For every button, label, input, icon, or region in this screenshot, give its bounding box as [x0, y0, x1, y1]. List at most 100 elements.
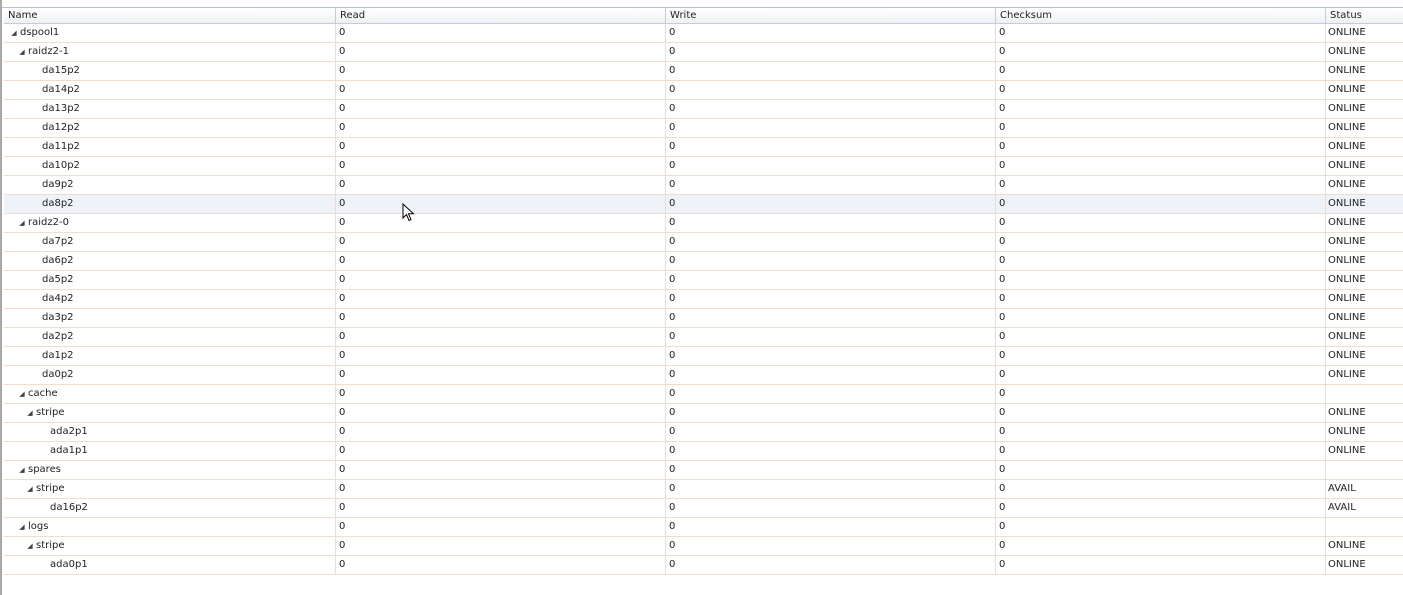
cell-checksum: 0: [996, 423, 1326, 441]
cell-write: 0: [666, 442, 996, 460]
column-header-write[interactable]: Write: [666, 8, 996, 23]
expanded-triangle-icon[interactable]: ◢: [18, 518, 26, 536]
vdev-name: da13p2: [42, 103, 80, 114]
tree-row[interactable]: da11p2 0 0 0 ONLINE: [4, 138, 1403, 157]
cell-read: 0: [336, 81, 666, 99]
cell-name: ◢ spares: [4, 461, 336, 479]
tree-row[interactable]: da13p2 0 0 0 ONLINE: [4, 100, 1403, 119]
tree-row[interactable]: da15p2 0 0 0 ONLINE: [4, 62, 1403, 81]
cell-read: 0: [336, 43, 666, 61]
tree-row[interactable]: da1p2 0 0 0 ONLINE: [4, 347, 1403, 366]
cell-write: 0: [666, 366, 996, 384]
vdev-name: ada2p1: [50, 426, 88, 437]
cell-checksum: 0: [996, 328, 1326, 346]
tree-row[interactable]: da9p2 0 0 0 ONLINE: [4, 176, 1403, 195]
cell-checksum: 0: [996, 233, 1326, 251]
cell-status: [1326, 385, 1403, 403]
cell-status: ONLINE: [1328, 255, 1366, 266]
cell-name: ◢ stripe: [4, 404, 336, 422]
tree-row[interactable]: da5p2 0 0 0 ONLINE: [4, 271, 1403, 290]
tree-row[interactable]: ◢ stripe 0 0 0 ONLINE: [4, 404, 1403, 423]
tree-row[interactable]: ◢ stripe 0 0 0 AVAIL: [4, 480, 1403, 499]
tree-row[interactable]: da8p2 0 0 0 ONLINE: [4, 195, 1403, 214]
cell-write: 0: [666, 537, 996, 555]
expanded-triangle-icon[interactable]: ◢: [26, 404, 34, 422]
tree-row[interactable]: ◢ raidz2-0 0 0 0 ONLINE: [4, 214, 1403, 233]
vdev-name: da8p2: [42, 198, 74, 209]
expanded-triangle-icon[interactable]: ◢: [18, 461, 26, 479]
tree-row[interactable]: da4p2 0 0 0 ONLINE: [4, 290, 1403, 309]
column-header-read[interactable]: Read: [336, 8, 666, 23]
cell-status: ONLINE: [1328, 350, 1366, 361]
cell-checksum: 0: [996, 442, 1326, 460]
tree-row[interactable]: da16p2 0 0 0 AVAIL: [4, 499, 1403, 518]
cell-read: 0: [336, 214, 666, 232]
cell-checksum: 0: [996, 43, 1326, 61]
vdev-name: da11p2: [42, 141, 80, 152]
cell-status: ONLINE: [1328, 103, 1366, 114]
vdev-name: da5p2: [42, 274, 74, 285]
tree-row[interactable]: ◢ raidz2-1 0 0 0 ONLINE: [4, 43, 1403, 62]
cell-write: 0: [666, 214, 996, 232]
column-header-name[interactable]: Name: [4, 8, 336, 23]
tree-row[interactable]: ada2p1 0 0 0 ONLINE: [4, 423, 1403, 442]
cell-checksum: 0: [996, 537, 1326, 555]
cell-name: ◢ raidz2-1: [4, 43, 336, 61]
tree-row[interactable]: da2p2 0 0 0 ONLINE: [4, 328, 1403, 347]
cell-checksum: 0: [996, 480, 1326, 498]
cell-name: da15p2: [4, 62, 336, 80]
vdev-name: stripe: [36, 407, 65, 418]
tree-row[interactable]: ◢ dspool1 0 0 0 ONLINE: [4, 24, 1403, 43]
cell-read: 0: [336, 271, 666, 289]
cell-read: 0: [336, 518, 666, 536]
cell-checksum: 0: [996, 252, 1326, 270]
expanded-triangle-icon[interactable]: ◢: [26, 480, 34, 498]
cell-name: ada1p1: [4, 442, 336, 460]
tree-row[interactable]: da3p2 0 0 0 ONLINE: [4, 309, 1403, 328]
expanded-triangle-icon[interactable]: ◢: [10, 24, 18, 42]
cell-name: da3p2: [4, 309, 336, 327]
column-header-status[interactable]: Status: [1326, 8, 1403, 23]
tree-row[interactable]: da10p2 0 0 0 ONLINE: [4, 157, 1403, 176]
tree-row[interactable]: ◢ logs 0 0 0: [4, 518, 1403, 537]
cell-write: 0: [666, 119, 996, 137]
cell-status: AVAIL: [1328, 483, 1356, 494]
expanded-triangle-icon[interactable]: ◢: [18, 214, 26, 232]
zpool-status-tree-grid[interactable]: Name Read Write Checksum Status ◢ dspool1…: [0, 0, 1403, 595]
cell-read: 0: [336, 233, 666, 251]
cell-read: 0: [336, 328, 666, 346]
cell-read: 0: [336, 499, 666, 517]
cell-checksum: 0: [996, 366, 1326, 384]
tree-row[interactable]: ◢ stripe 0 0 0 ONLINE: [4, 537, 1403, 556]
tree-row[interactable]: da0p2 0 0 0 ONLINE: [4, 366, 1403, 385]
column-header-checksum[interactable]: Checksum: [996, 8, 1326, 23]
vdev-name: raidz2-0: [28, 217, 69, 228]
tree-row[interactable]: ada0p1 0 0 0 ONLINE: [4, 556, 1403, 575]
tree-row[interactable]: ◢ spares 0 0 0: [4, 461, 1403, 480]
cell-read: 0: [336, 385, 666, 403]
cell-status: ONLINE: [1328, 27, 1366, 38]
cell-name: da10p2: [4, 157, 336, 175]
cell-status: ONLINE: [1328, 540, 1366, 551]
expanded-triangle-icon[interactable]: ◢: [18, 385, 26, 403]
vdev-name: da15p2: [42, 65, 80, 76]
tree-row[interactable]: da7p2 0 0 0 ONLINE: [4, 233, 1403, 252]
tree-row[interactable]: ◢ cache 0 0 0: [4, 385, 1403, 404]
cell-write: 0: [666, 480, 996, 498]
cell-name: da13p2: [4, 100, 336, 118]
cell-status: ONLINE: [1328, 445, 1366, 456]
tree-row[interactable]: da6p2 0 0 0 ONLINE: [4, 252, 1403, 271]
cell-name: ◢ dspool1: [4, 24, 336, 42]
cell-write: 0: [666, 290, 996, 308]
expanded-triangle-icon[interactable]: ◢: [18, 43, 26, 61]
cell-checksum: 0: [996, 290, 1326, 308]
vdev-name: stripe: [36, 540, 65, 551]
expanded-triangle-icon[interactable]: ◢: [26, 537, 34, 555]
cell-checksum: 0: [996, 81, 1326, 99]
tree-row[interactable]: ada1p1 0 0 0 ONLINE: [4, 442, 1403, 461]
cell-name: ◢ stripe: [4, 537, 336, 555]
tree-row[interactable]: da14p2 0 0 0 ONLINE: [4, 81, 1403, 100]
vdev-name: da12p2: [42, 122, 80, 133]
tree-row[interactable]: da12p2 0 0 0 ONLINE: [4, 119, 1403, 138]
cell-name: da7p2: [4, 233, 336, 251]
